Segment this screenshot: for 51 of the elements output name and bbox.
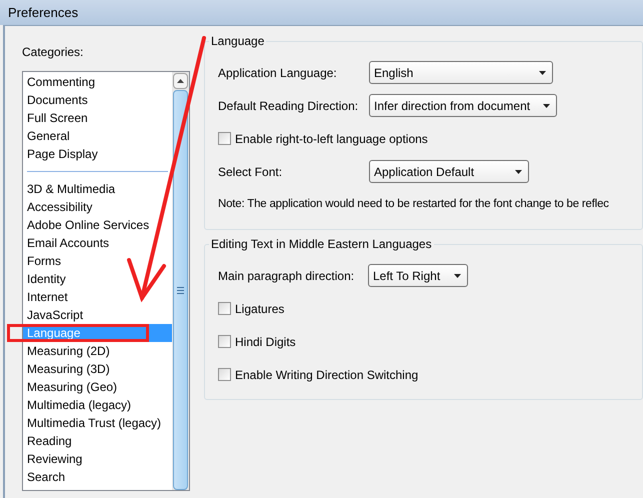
- category-item[interactable]: JavaScript: [23, 306, 172, 324]
- category-item[interactable]: Reviewing: [23, 450, 172, 468]
- categories-label: Categories:: [22, 44, 84, 58]
- scrollbar[interactable]: [172, 72, 189, 490]
- category-item[interactable]: Commenting: [23, 73, 172, 91]
- caret-icon: [543, 104, 550, 108]
- field-label: Main paragraph direction:: [218, 268, 356, 284]
- caret-icon: [539, 70, 546, 74]
- category-item[interactable]: Measuring (3D): [23, 360, 172, 378]
- dropdown[interactable]: English: [369, 61, 553, 84]
- category-item[interactable]: Multimedia Trust (legacy): [23, 414, 172, 432]
- field-label: Select Font:: [218, 164, 284, 180]
- category-item[interactable]: General: [23, 127, 172, 145]
- category-item[interactable]: Adobe Online Services: [23, 216, 172, 234]
- category-item[interactable]: 3D & Multimedia: [23, 180, 172, 198]
- grip-icon: [177, 286, 184, 294]
- caret-icon: [454, 274, 461, 278]
- checkbox[interactable]: [218, 368, 231, 381]
- category-item[interactable]: Email Accounts: [23, 234, 172, 252]
- scroll-up-button[interactable]: [173, 73, 188, 89]
- dropdown[interactable]: Left To Right: [368, 264, 468, 287]
- checkbox-label: Hindi Digits: [235, 334, 296, 350]
- dropdown[interactable]: Infer direction from document: [369, 94, 557, 117]
- category-item[interactable]: Identity: [23, 270, 172, 288]
- checkbox[interactable]: [218, 302, 231, 315]
- category-item[interactable]: Search: [23, 468, 172, 486]
- group-title: Language: [209, 34, 266, 49]
- checkbox-label: Enable Writing Direction Switching: [235, 366, 418, 384]
- category-item[interactable]: Documents: [23, 91, 172, 109]
- checkbox[interactable]: [218, 335, 231, 348]
- category-item[interactable]: Measuring (2D): [23, 342, 172, 360]
- category-item[interactable]: Full Screen: [23, 109, 172, 127]
- category-item[interactable]: Internet: [23, 288, 172, 306]
- dropdown[interactable]: Application Default: [369, 160, 529, 183]
- category-item[interactable]: Reading: [23, 432, 172, 450]
- group-title: Editing Text in Middle Eastern Languages: [209, 237, 434, 252]
- category-item[interactable]: Multimedia (legacy): [23, 396, 172, 414]
- category-item[interactable]: Page Display: [23, 145, 172, 163]
- checkbox-label: Ligatures: [235, 300, 284, 318]
- category-item[interactable]: Accessibility: [23, 198, 172, 216]
- scroll-thumb[interactable]: [173, 90, 188, 490]
- note-text: Note: The application would need to be restarted for the font change to be reflec: [218, 196, 609, 212]
- up-arrow-icon: [177, 79, 184, 83]
- checkbox[interactable]: [218, 132, 231, 145]
- caret-icon: [515, 170, 522, 174]
- category-item[interactable]: Forms: [23, 252, 172, 270]
- field-label: Application Language:: [218, 64, 338, 82]
- window-title: Preferences: [8, 4, 78, 22]
- category-item[interactable]: Measuring (Geo): [23, 378, 172, 396]
- field-label: Default Reading Direction:: [218, 98, 360, 114]
- checkbox-label: Enable right-to-left language options: [235, 130, 428, 148]
